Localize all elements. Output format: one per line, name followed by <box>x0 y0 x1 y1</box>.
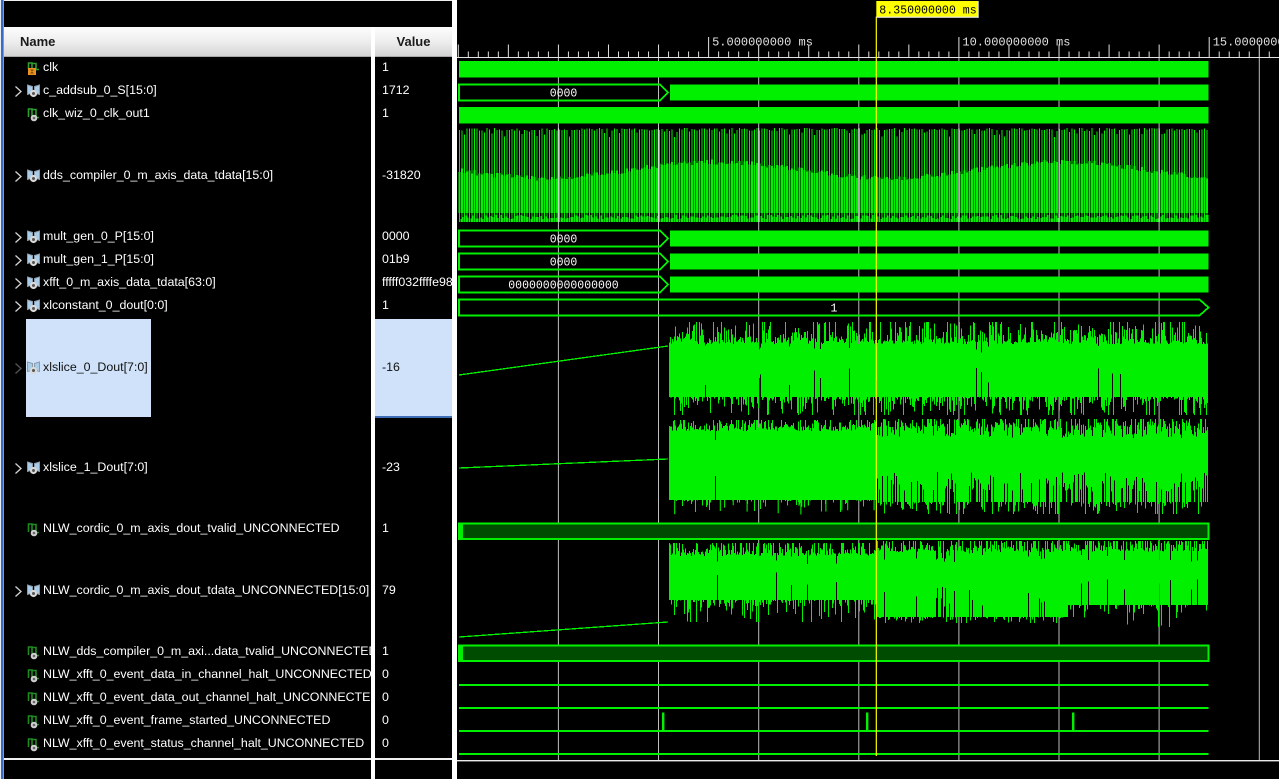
svg-text:0000: 0000 <box>550 88 578 101</box>
svg-text:10.000000000 ms: 10.000000000 ms <box>962 36 1070 50</box>
svg-text:5.000000000 ms: 5.000000000 ms <box>712 36 813 50</box>
svg-text:0000: 0000 <box>550 234 578 247</box>
svg-text:8.350000000 ms: 8.350000000 ms <box>879 5 976 18</box>
svg-text:1: 1 <box>831 303 838 316</box>
svg-text:0000000000000000: 0000000000000000 <box>508 280 619 293</box>
svg-text:0000: 0000 <box>550 257 578 270</box>
svg-text:15.000000000 ms: 15.000000000 ms <box>1213 36 1279 50</box>
